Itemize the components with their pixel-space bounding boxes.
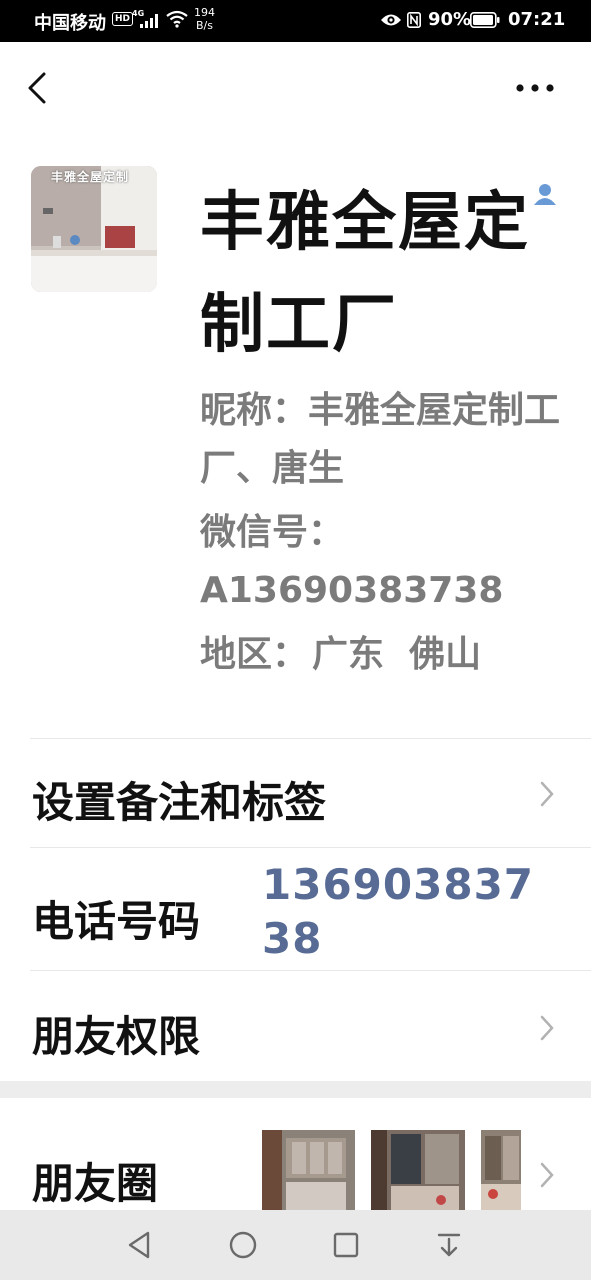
back-arrow-icon[interactable] bbox=[22, 68, 58, 108]
nfc-icon bbox=[407, 12, 421, 28]
network-speed: 194 B/s bbox=[194, 6, 215, 32]
moments-photo[interactable] bbox=[262, 1130, 355, 1210]
section-gap bbox=[0, 1081, 591, 1098]
moments-label: 朋友圈 bbox=[32, 1159, 159, 1208]
wechat-id-text: 微信号：A13690383738 bbox=[200, 512, 504, 611]
wifi-icon bbox=[166, 10, 188, 28]
region-value: 广东 佛山 bbox=[312, 634, 482, 675]
arrow-down-icon[interactable] bbox=[431, 1227, 467, 1263]
clock: 07:21 bbox=[508, 9, 566, 30]
region-row: 地区： 广东 佛山 bbox=[200, 626, 560, 684]
chevron-right-icon bbox=[540, 1162, 554, 1188]
speed-value: 194 bbox=[194, 6, 215, 19]
moments-photo-image bbox=[262, 1130, 355, 1210]
avatar-caption: 丰雅全屋定制 bbox=[51, 170, 130, 184]
chevron-right-icon bbox=[540, 781, 554, 807]
avatar[interactable]: 丰雅全屋定制 bbox=[31, 166, 157, 292]
hd-badge: HD bbox=[112, 12, 134, 26]
chevron-right-icon bbox=[540, 1015, 554, 1041]
moments-photo[interactable] bbox=[371, 1130, 465, 1210]
system-nav-bar bbox=[0, 1210, 591, 1280]
square-recent-icon[interactable] bbox=[328, 1227, 364, 1263]
friend-permissions-row[interactable]: 朋友权限 bbox=[0, 971, 591, 1081]
phone-label: 电话号码 bbox=[32, 897, 201, 946]
carrier-label: 中国移动 bbox=[34, 13, 106, 34]
contact-person-icon bbox=[534, 184, 556, 205]
moments-photo[interactable] bbox=[481, 1130, 521, 1210]
speed-unit: B/s bbox=[196, 19, 213, 32]
signal-icon bbox=[140, 14, 158, 28]
circle-home-icon[interactable] bbox=[225, 1227, 261, 1263]
region-label: 地区： bbox=[200, 634, 309, 675]
friend-permissions-label: 朋友权限 bbox=[32, 1012, 201, 1061]
remark-tags-label: 设置备注和标签 bbox=[32, 778, 327, 827]
triangle-back-icon[interactable] bbox=[122, 1227, 158, 1263]
remark-tags-row[interactable]: 设置备注和标签 bbox=[0, 739, 591, 847]
battery-percent: 90% bbox=[428, 9, 472, 30]
contact-name: 丰雅全屋定制工厂 bbox=[200, 186, 530, 362]
eye-comfort-icon bbox=[381, 14, 401, 26]
battery-icon bbox=[470, 12, 500, 28]
status-bar: 中国移动 HD 4G 194 B/s 90% 07:21 bbox=[0, 0, 591, 42]
more-dots-icon[interactable] bbox=[512, 78, 558, 98]
nickname-text: 昵称：丰雅全屋定制工厂、唐生 bbox=[200, 390, 561, 489]
phone-number-link[interactable]: 13690383738 bbox=[262, 858, 552, 966]
moments-photo-image bbox=[371, 1130, 465, 1210]
moments-photo-image bbox=[481, 1130, 521, 1210]
